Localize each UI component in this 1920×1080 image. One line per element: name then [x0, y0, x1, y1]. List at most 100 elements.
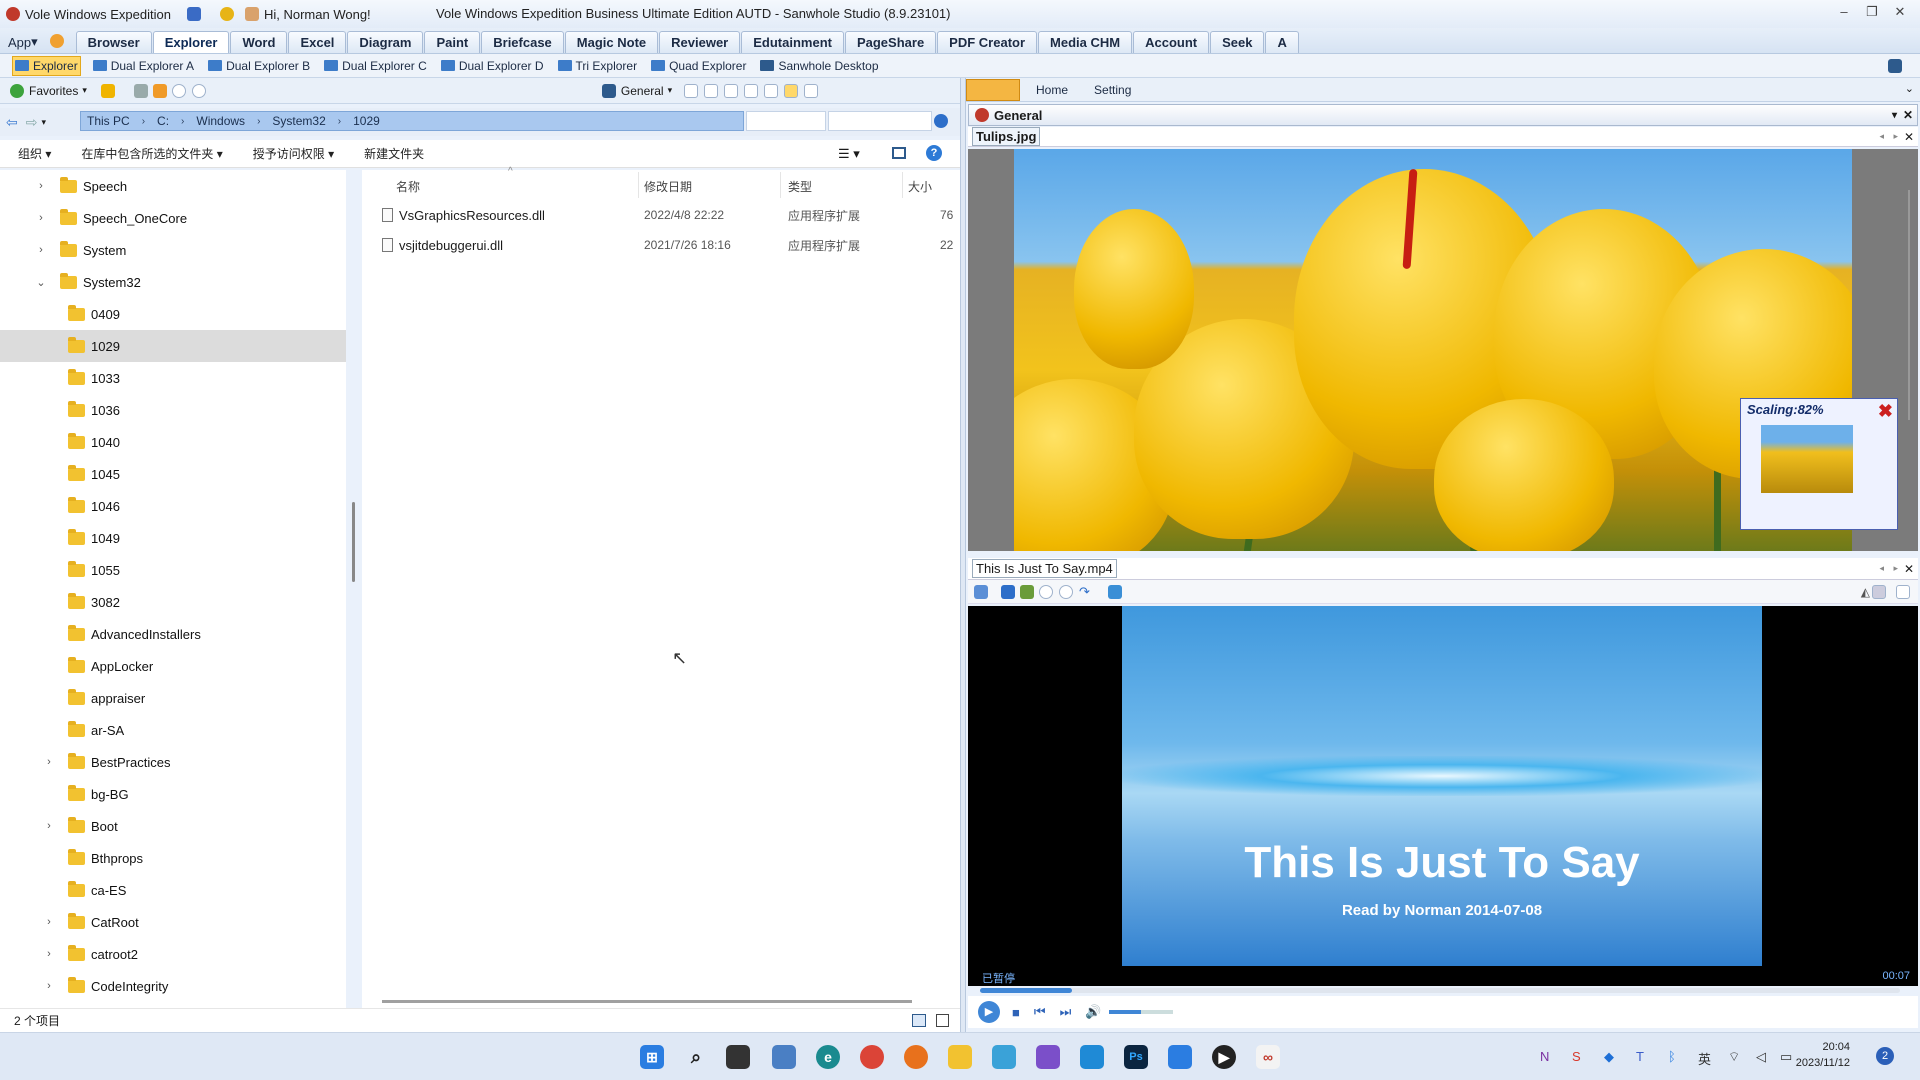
- app-menu[interactable]: App ▾: [0, 31, 46, 53]
- tab-word[interactable]: Word: [230, 31, 288, 53]
- video-player[interactable]: This Is Just To Say Read by Norman 2014-…: [968, 606, 1918, 986]
- tree-item[interactable]: 1033: [0, 362, 346, 394]
- greeting[interactable]: Hi, Norman Wong!: [244, 7, 371, 22]
- view-options-icon[interactable]: ☰ ▾: [838, 146, 860, 162]
- compass-icon[interactable]: [49, 33, 64, 48]
- previous-icon[interactable]: ⏮: [1034, 1004, 1046, 1020]
- tree-item[interactable]: › CodeIntegrity: [0, 970, 346, 1002]
- tab-home[interactable]: Home: [1036, 83, 1068, 97]
- tab-pageshare[interactable]: PageShare: [844, 31, 937, 53]
- preview-pane-icon[interactable]: [892, 147, 906, 159]
- organize-button[interactable]: 组织 ▾: [18, 145, 51, 162]
- security-icon[interactable]: ◆: [1604, 1049, 1614, 1065]
- tree-item[interactable]: Bthprops: [0, 842, 346, 874]
- tab-video-mp4[interactable]: This Is Just To Say.mp4: [972, 559, 1117, 578]
- crumb-1029[interactable]: 1029: [353, 114, 380, 128]
- tiles-view-icon[interactable]: [936, 1014, 949, 1027]
- tree-item[interactable]: AppLocker: [0, 650, 346, 682]
- ime-indicator[interactable]: 英: [1698, 1049, 1711, 1068]
- next-icon[interactable]: ⏭: [1060, 1004, 1072, 1020]
- tab-reviewer[interactable]: Reviewer: [659, 31, 741, 53]
- collapsed-chevron-icon[interactable]: ›: [42, 980, 56, 992]
- notification-badge[interactable]: 2: [1876, 1047, 1894, 1065]
- tab-magic-note[interactable]: Magic Note: [564, 31, 659, 53]
- column-modified[interactable]: 修改日期: [644, 178, 692, 195]
- tree-item[interactable]: bg-BG: [0, 778, 346, 810]
- address-extra-field[interactable]: [746, 111, 826, 131]
- tree-item[interactable]: › System: [0, 234, 346, 266]
- mode-dual-explorer-a[interactable]: Dual Explorer A: [91, 56, 196, 76]
- tree-item[interactable]: ar-SA: [0, 714, 346, 746]
- panel-dropdown-icon[interactable]: ▾: [1892, 110, 1897, 121]
- details-view-icon[interactable]: [912, 1014, 926, 1027]
- collapsed-chevron-icon[interactable]: ›: [42, 820, 56, 832]
- photoshop-icon[interactable]: Ps: [1124, 1045, 1148, 1069]
- fullscreen-icon[interactable]: [804, 83, 819, 98]
- mode-dual-explorer-d[interactable]: Dual Explorer D: [439, 56, 546, 76]
- tab-excel[interactable]: Excel: [288, 31, 347, 53]
- include-library-button[interactable]: 在库中包含所选的文件夹 ▾: [81, 145, 222, 162]
- search-icon[interactable]: ⌕: [684, 1045, 708, 1069]
- star-add-icon[interactable]: [100, 83, 115, 98]
- battery-icon[interactable]: ▭: [1780, 1049, 1792, 1065]
- crumb-windows[interactable]: Windows: [196, 114, 245, 128]
- tree-item[interactable]: 1029: [0, 330, 346, 362]
- tab-tulips-jpg[interactable]: Tulips.jpg: [972, 127, 1041, 146]
- speaker-icon[interactable]: ◁: [1756, 1049, 1766, 1065]
- fit-icon[interactable]: [764, 83, 779, 98]
- tab-browser[interactable]: Browser: [75, 31, 152, 53]
- tree-item[interactable]: › Speech: [0, 170, 346, 202]
- tab-paint[interactable]: Paint: [424, 31, 481, 53]
- tree-item[interactable]: › Boot: [0, 810, 346, 842]
- collapsed-chevron-icon[interactable]: ›: [42, 948, 56, 960]
- tree-item[interactable]: appraiser: [0, 682, 346, 714]
- column-size[interactable]: 大小: [908, 178, 932, 195]
- help-icon[interactable]: ?: [926, 145, 942, 161]
- tree-item[interactable]: › catroot2: [0, 938, 346, 970]
- tab-account[interactable]: Account: [1133, 31, 1210, 53]
- mode-dual-explorer-b[interactable]: Dual Explorer B: [206, 56, 312, 76]
- column-name[interactable]: 名称: [396, 178, 420, 195]
- mode-tri-explorer[interactable]: Tri Explorer: [556, 56, 640, 76]
- tab-pdf-creator[interactable]: PDF Creator: [937, 31, 1038, 53]
- tree-item[interactable]: ⌄ System32: [0, 266, 346, 298]
- active-layout-icon[interactable]: [784, 83, 799, 98]
- play-icon[interactable]: ▶: [978, 1001, 1000, 1023]
- pane-splitter[interactable]: [960, 78, 966, 1032]
- tree-item[interactable]: AdvancedInstallers: [0, 618, 346, 650]
- firefox-icon[interactable]: [904, 1045, 928, 1069]
- tab-close-icon[interactable]: ✕: [1904, 130, 1914, 144]
- next-frame-icon[interactable]: [1059, 584, 1073, 599]
- audio-toggle-icon[interactable]: [1872, 585, 1886, 599]
- mode-explorer[interactable]: Explorer: [12, 55, 81, 76]
- tab-prev-icon[interactable]: ◂: [1879, 131, 1884, 142]
- mode-sanwhole-desktop[interactable]: Sanwhole Desktop: [758, 56, 880, 76]
- tree-item[interactable]: 3082: [0, 586, 346, 618]
- file-row[interactable]: VsGraphicsResources.dll 2022/4/8 22:22 应…: [382, 202, 953, 228]
- image-export-icon[interactable]: [1020, 584, 1034, 599]
- media-player-icon[interactable]: ▶: [1212, 1045, 1236, 1069]
- chart-app-icon[interactable]: [772, 1045, 796, 1069]
- tab-seek[interactable]: Seek: [1210, 31, 1265, 53]
- collapsed-chevron-icon[interactable]: ›: [42, 756, 56, 768]
- vscode-icon[interactable]: [1080, 1045, 1104, 1069]
- breadcrumb[interactable]: This PC › C: › Windows › System32 › 1029: [80, 111, 744, 131]
- column-type[interactable]: 类型: [788, 178, 812, 195]
- tree-item[interactable]: › Speech_OneCore: [0, 202, 346, 234]
- favorites-menu[interactable]: Favorites: [29, 84, 78, 98]
- prev-frame-icon[interactable]: [1039, 584, 1053, 599]
- file-explorer-icon[interactable]: [948, 1045, 972, 1069]
- crumb-system32[interactable]: System32: [272, 114, 325, 128]
- shield-icon[interactable]: [186, 7, 201, 21]
- layout-1-icon[interactable]: [684, 83, 699, 98]
- tree-item[interactable]: ca-ES: [0, 874, 346, 906]
- tab-prev-icon[interactable]: ◂: [1879, 563, 1884, 574]
- lock-icon[interactable]: [133, 83, 148, 98]
- visual-studio-icon[interactable]: [1036, 1045, 1060, 1069]
- tab-setting[interactable]: Setting: [1094, 83, 1131, 97]
- volume-slider[interactable]: [1109, 1010, 1174, 1014]
- refresh-icon[interactable]: [1107, 584, 1122, 599]
- stop-circle-icon[interactable]: [191, 83, 206, 98]
- forward-icon[interactable]: ⇨: [26, 114, 38, 131]
- grant-access-button[interactable]: 授予访问权限 ▾: [253, 145, 334, 162]
